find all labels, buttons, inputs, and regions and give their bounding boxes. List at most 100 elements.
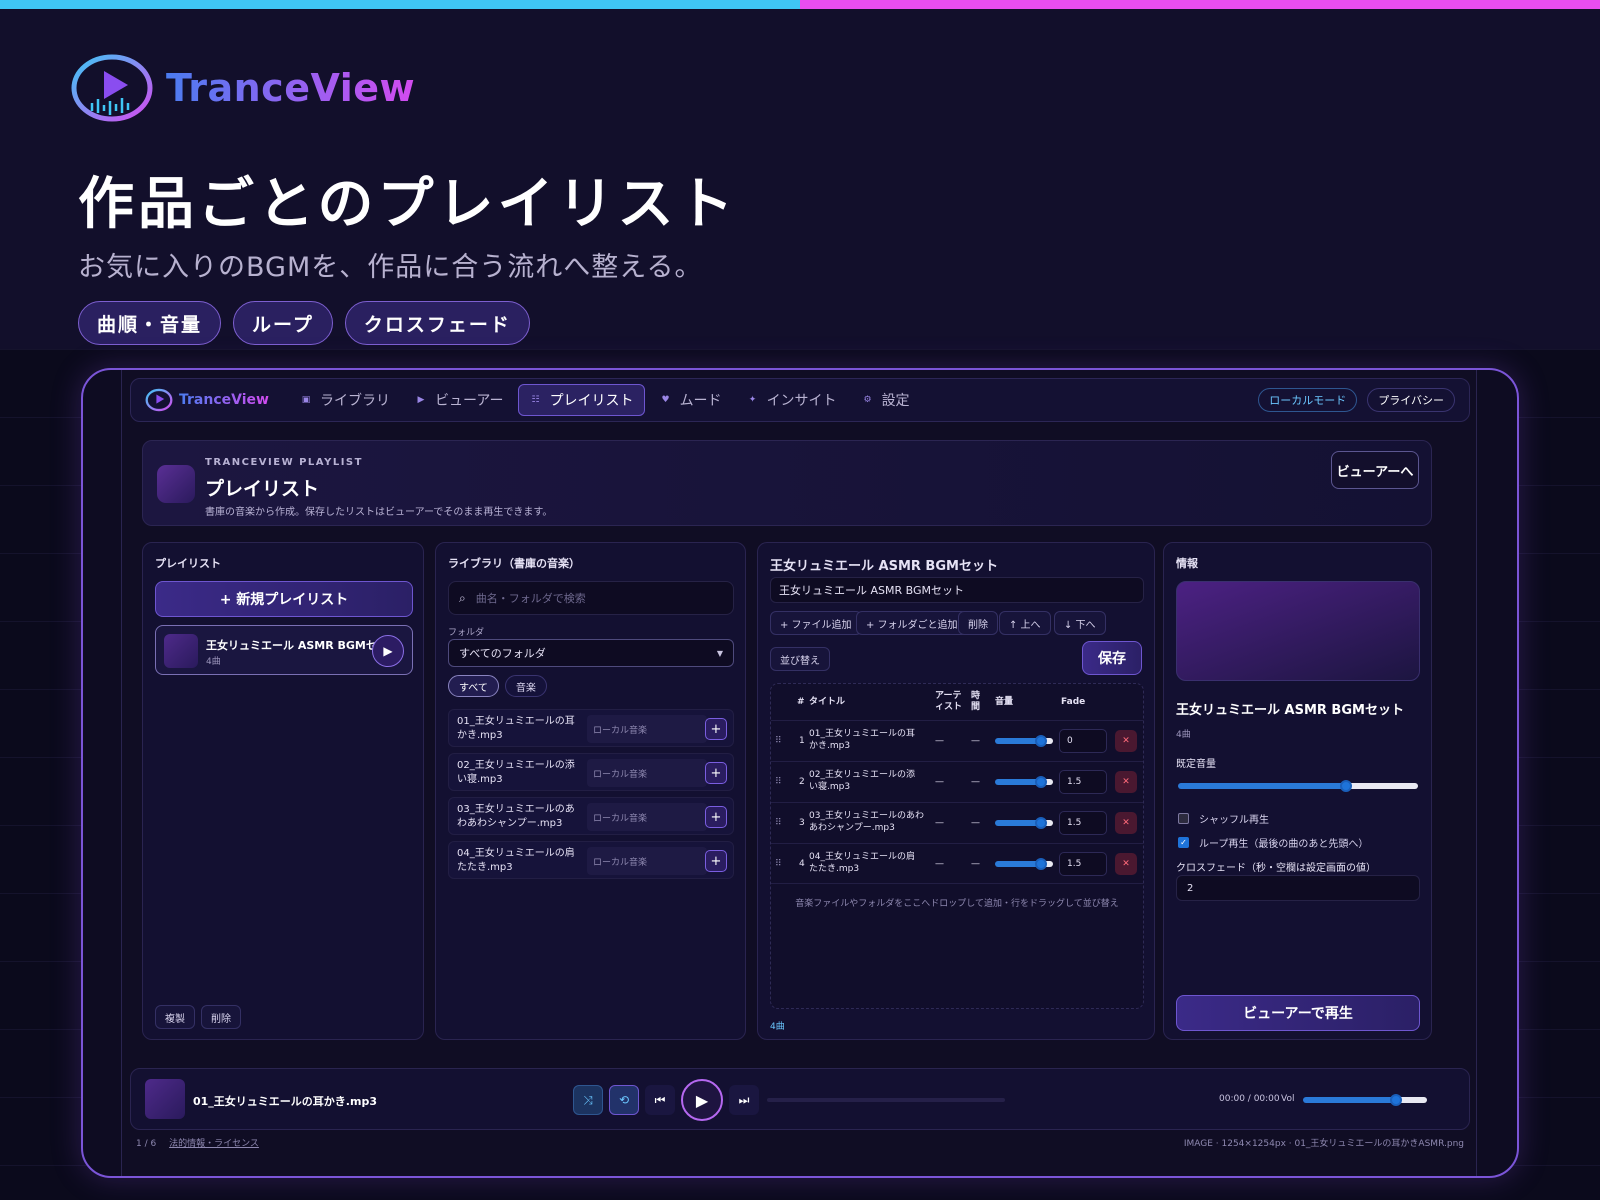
col-time: 時間 [971, 691, 981, 712]
hero-brand-text: TranceView [166, 66, 416, 110]
list-item[interactable]: 01_王女リュミエールの耳かき.mp3 ローカル音楽 + [448, 709, 734, 747]
row-volume-slider[interactable] [995, 817, 1053, 829]
table-row[interactable]: ⠿ 1 01_王女リュミエールの耳かき.mp3 — — 0 ✕ [771, 720, 1143, 761]
add-track-button[interactable]: + [705, 718, 727, 740]
checkbox-box[interactable]: ✓ [1178, 837, 1189, 848]
drag-handle-icon[interactable]: ⠿ [775, 776, 782, 788]
delete-track-button[interactable]: 削除 [958, 611, 998, 635]
row-fade-input[interactable]: 1.5 [1059, 811, 1107, 835]
to-viewer-button[interactable]: ビューアーへ [1331, 451, 1419, 489]
slider-knob[interactable] [1035, 817, 1048, 829]
slider-knob[interactable] [1390, 1094, 1402, 1106]
logo-mark-icon [71, 54, 153, 122]
seek-bar[interactable] [767, 1098, 1005, 1102]
playlist-play-button[interactable]: ▶ [372, 635, 404, 667]
hero-logo: TranceView [70, 51, 415, 125]
nav-item-library[interactable]: ▣ ライブラリ [289, 385, 400, 415]
filter-music[interactable]: 音楽 [504, 675, 547, 697]
legal-link[interactable]: 法的情報・ライセンス [169, 1139, 259, 1149]
play-in-viewer-button[interactable]: ビューアーで再生 [1176, 995, 1420, 1031]
row-remove-button[interactable]: ✕ [1115, 771, 1137, 793]
table-row[interactable]: ⠿ 4 04_王女リュミエールの肩たたき.mp3 — — 1.5 ✕ [771, 843, 1143, 884]
image-info: IMAGE · 1254×1254px · 01_王女リュミエールの耳かきASM… [1183, 1139, 1464, 1149]
drag-handle-icon[interactable]: ⠿ [775, 858, 782, 870]
row-title: 04_王女リュミエールの肩たたき.mp3 [809, 852, 915, 874]
table-row[interactable]: ⠿ 2 02_王女リュミエールの添い寝.mp3 — — 1.5 ✕ [771, 761, 1143, 802]
playlist-name-field[interactable]: 王女リュミエール ASMR BGMセット [770, 577, 1144, 603]
col-volume: 音量 [995, 696, 1014, 707]
slider-knob[interactable] [1035, 776, 1048, 788]
duplicate-button[interactable]: 複製 [155, 1005, 195, 1029]
nav-item-settings[interactable]: ⚙ 設定 [851, 385, 920, 415]
list-item[interactable]: 03_王女リュミエールのあわあわシャンプー.mp3 ローカル音楽 + [448, 797, 734, 835]
slider-knob[interactable] [1035, 858, 1048, 870]
slider-knob[interactable] [1340, 780, 1352, 792]
row-num: 3 [799, 818, 805, 828]
skip-back-icon: ⏮ [654, 1092, 666, 1107]
nav-item-viewer[interactable]: ▶ ビューアー [404, 385, 514, 415]
default-volume-slider[interactable] [1178, 780, 1418, 792]
row-fade-input[interactable]: 0 [1059, 729, 1107, 753]
player-volume-slider[interactable] [1303, 1094, 1427, 1106]
nav-item-playlist[interactable]: ☷ プレイリスト [517, 384, 645, 416]
filter-all[interactable]: すべて [448, 675, 499, 697]
close-icon: ✕ [1122, 818, 1130, 828]
save-button[interactable]: 保存 [1082, 641, 1142, 675]
row-volume-slider[interactable] [995, 776, 1053, 788]
track-name: 02_王女リュミエールの添い寝.mp3 [457, 760, 575, 785]
row-volume-slider[interactable] [995, 735, 1053, 747]
slider-knob[interactable] [1035, 735, 1048, 747]
page-indicator: 1 / 6 [136, 1139, 157, 1149]
checkbox-box[interactable] [1178, 813, 1189, 824]
add-file-button[interactable]: + ファイル追加 [770, 611, 862, 635]
new-playlist-button[interactable]: + 新規プレイリスト [155, 581, 413, 617]
row-artist: — [935, 818, 944, 828]
search-icon: ⌕ [459, 590, 466, 605]
add-folder-button[interactable]: + フォルダごと追加 [856, 611, 968, 635]
previous-button[interactable]: ⏮ [645, 1085, 675, 1115]
move-up-button[interactable]: ↑ 上へ [999, 611, 1051, 635]
nav-logo[interactable]: TranceView [145, 388, 269, 412]
row-title: 01_王女リュミエールの耳かき.mp3 [809, 729, 915, 751]
now-playing-title: 01_王女リュミエールの耳かき.mp3 [193, 1095, 377, 1108]
move-down-button[interactable]: ↓ 下へ [1054, 611, 1106, 635]
add-track-button[interactable]: + [705, 806, 727, 828]
nav-item-label: ライブラリ [319, 393, 390, 409]
search-input[interactable] [475, 591, 706, 605]
drag-handle-icon[interactable]: ⠿ [775, 817, 782, 829]
row-remove-button[interactable]: ✕ [1115, 812, 1137, 834]
next-button[interactable]: ⏭ [729, 1085, 759, 1115]
add-track-button[interactable]: + [705, 850, 727, 872]
col-fade: Fade [1061, 696, 1086, 707]
nav-item-insight[interactable]: ✦ インサイト [736, 385, 847, 415]
privacy-button[interactable]: プライバシー [1367, 388, 1455, 412]
nav-item-mood[interactable]: ♥ ムード [649, 385, 732, 415]
time-readout: 00:00 / 00:00 [1219, 1094, 1280, 1104]
folder-select[interactable]: すべてのフォルダ ▼ [448, 639, 734, 667]
delete-playlist-button[interactable]: 削除 [201, 1005, 241, 1029]
crossfade-input[interactable]: 2 [1176, 875, 1420, 901]
local-mode-button[interactable]: ローカルモード [1258, 388, 1358, 412]
row-volume-slider[interactable] [995, 858, 1053, 870]
drag-handle-icon[interactable]: ⠿ [775, 735, 782, 747]
row-remove-button[interactable]: ✕ [1115, 853, 1137, 875]
list-item[interactable]: 04_王女リュミエールの肩たたき.mp3 ローカル音楽 + [448, 841, 734, 879]
play-icon: ▶ [383, 644, 393, 658]
library-search: ⌕ [448, 581, 734, 615]
list-item[interactable]: 02_王女リュミエールの添い寝.mp3 ローカル音楽 + [448, 753, 734, 791]
loop-button[interactable]: ⟲ [609, 1085, 639, 1115]
row-fade-input[interactable]: 1.5 [1059, 852, 1107, 876]
row-artist: — [935, 777, 944, 787]
row-fade-input[interactable]: 1.5 [1059, 770, 1107, 794]
playlist-item[interactable]: 王女リュミエール ASMR BGMセット 4曲 ▶ [155, 625, 413, 675]
play-pause-button[interactable]: ▶ [681, 1079, 723, 1121]
col-artist: アーティスト [935, 691, 963, 712]
add-track-button[interactable]: + [705, 762, 727, 784]
loop-checkbox[interactable]: ✓ ループ再生（最後の曲のあと先頭へ） [1178, 835, 1368, 850]
sort-button[interactable]: 並び替え [770, 647, 830, 671]
table-row[interactable]: ⠿ 3 03_王女リュミエールのあわあわシャンプー.mp3 — — 1.5 ✕ [771, 802, 1143, 843]
shuffle-button[interactable]: ⤨ [573, 1085, 603, 1115]
row-remove-button[interactable]: ✕ [1115, 730, 1137, 752]
shuffle-checkbox[interactable]: シャッフル再生 [1178, 811, 1269, 826]
pill-loop: ループ [233, 301, 333, 345]
